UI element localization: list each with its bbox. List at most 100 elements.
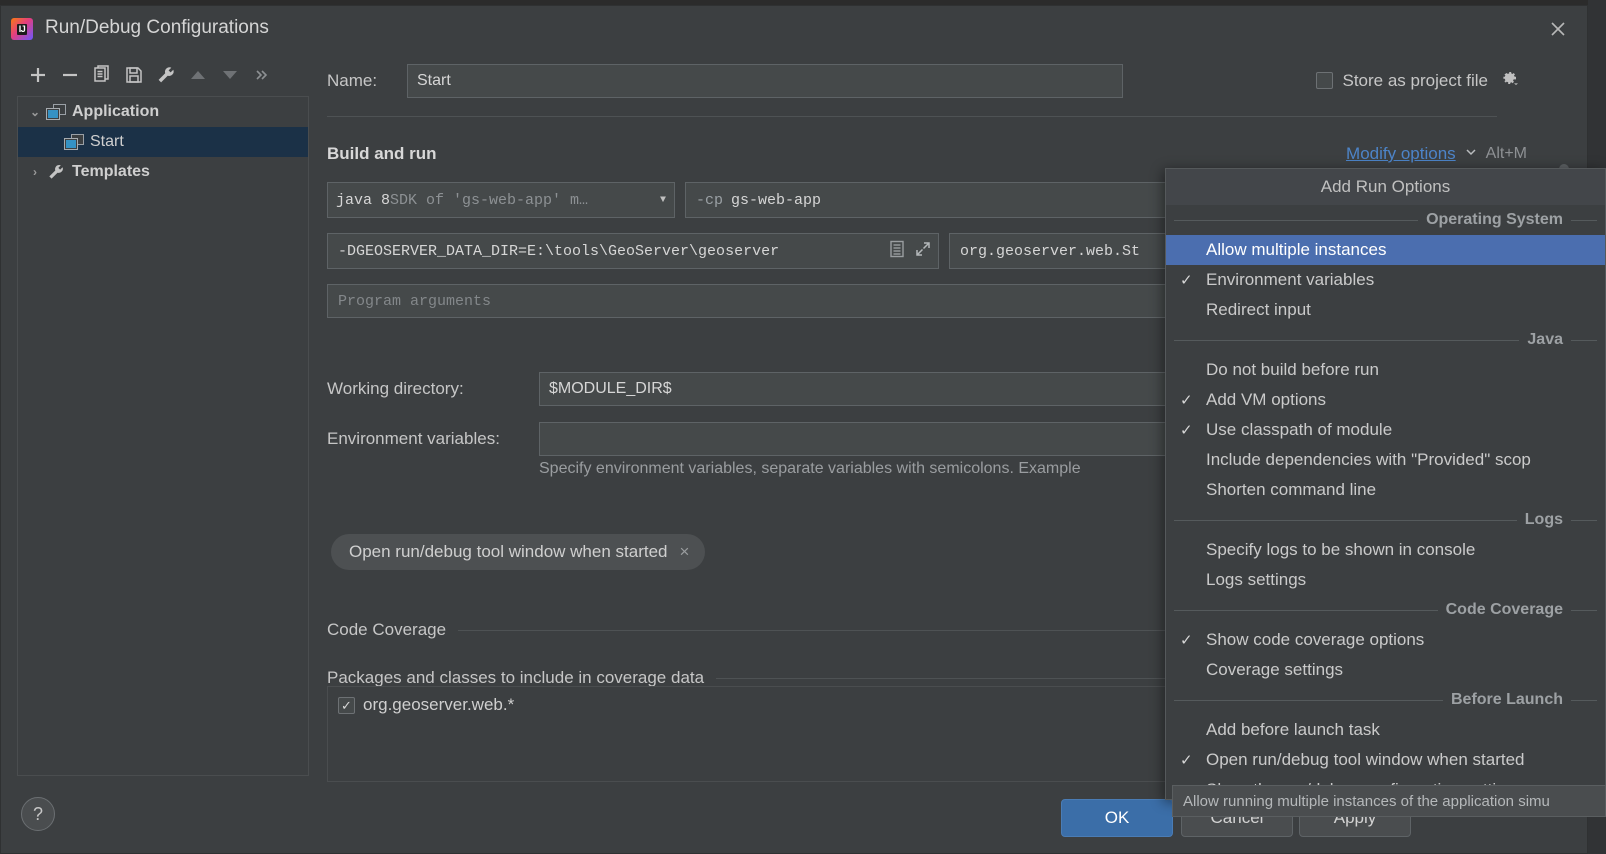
intellij-logo-icon: IJ	[11, 18, 33, 40]
section-divider	[1174, 700, 1443, 701]
menu-item-redirect-input[interactable]: Redirect input	[1166, 295, 1605, 325]
divider	[327, 116, 1497, 117]
add-button[interactable]	[23, 61, 53, 89]
menu-section-label: Operating System	[1418, 211, 1571, 229]
tree-node-label: Start	[90, 133, 124, 151]
menu-item-label: Environment variables	[1206, 270, 1374, 290]
ok-button[interactable]: OK	[1061, 799, 1173, 837]
check-icon: ✓	[1180, 421, 1206, 439]
check-icon: ✓	[1180, 631, 1206, 649]
menu-item-specify-logs[interactable]: Specify logs to be shown in console	[1166, 535, 1605, 565]
modify-options-row: Modify options Alt+M	[1346, 144, 1527, 164]
add-run-options-menu[interactable]: Add Run Options Operating System Allow m…	[1165, 168, 1606, 800]
more-options-button[interactable]	[247, 61, 277, 89]
menu-item-include-provided-dependencies[interactable]: Include dependencies with "Provided" sco…	[1166, 445, 1605, 475]
jre-select[interactable]: java 8 SDK of 'gs-web-app' m… ▼	[327, 182, 675, 218]
vm-options-field[interactable]: -DGEOSERVER_DATA_DIR=E:\tools\GeoServer\…	[327, 233, 939, 269]
check-icon: ✓	[1180, 391, 1206, 409]
expand-editor-icon[interactable]	[888, 239, 906, 264]
screen: IJ Run/Debug Configurations	[0, 0, 1606, 854]
menu-item-add-vm-options[interactable]: ✓ Add VM options	[1166, 385, 1605, 415]
before-launch-chips: Open run/debug tool window when started …	[331, 534, 705, 570]
tree-toolbar	[9, 56, 309, 94]
move-up-button[interactable]	[183, 61, 213, 89]
chip-label: Open run/debug tool window when started	[349, 542, 667, 562]
section-divider	[1571, 610, 1597, 611]
store-as-project-file-label: Store as project file	[1342, 71, 1488, 91]
copy-icon[interactable]	[87, 61, 117, 89]
help-button[interactable]: ?	[21, 797, 55, 831]
remove-button[interactable]	[55, 61, 85, 89]
section-divider	[1174, 610, 1438, 611]
classpath-flag: -cp	[696, 192, 723, 209]
menu-item-environment-variables[interactable]: ✓ Environment variables	[1166, 265, 1605, 295]
coverage-item-checkbox[interactable]: ✓	[338, 697, 355, 714]
menu-item-coverage-settings[interactable]: Coverage settings	[1166, 655, 1605, 685]
menu-item-show-code-coverage-options[interactable]: ✓ Show code coverage options	[1166, 625, 1605, 655]
store-as-project-file-row[interactable]: Store as project file	[1316, 68, 1519, 93]
menu-item-add-before-launch-task[interactable]: Add before launch task	[1166, 715, 1605, 745]
program-arguments-placeholder: Program arguments	[338, 293, 491, 310]
main-class-value: org.geoserver.web.St	[960, 243, 1140, 260]
menu-item-label: Use classpath of module	[1206, 420, 1392, 440]
close-icon[interactable]	[1537, 13, 1579, 45]
classpath-value: gs-web-app	[731, 192, 821, 209]
menu-section-label: Logs	[1517, 511, 1571, 529]
menu-section-label: Before Launch	[1443, 691, 1571, 709]
store-as-project-file-checkbox[interactable]	[1316, 72, 1333, 89]
menu-section-logs: Logs	[1166, 505, 1605, 535]
modify-options-link[interactable]: Modify options	[1346, 144, 1456, 164]
tree-node-label: Templates	[72, 163, 150, 181]
tree-node-start[interactable]: Start	[18, 127, 308, 157]
menu-item-logs-settings[interactable]: Logs settings	[1166, 565, 1605, 595]
build-and-run-heading: Build and run	[327, 144, 437, 164]
chevron-right-icon[interactable]: ›	[24, 165, 46, 179]
menu-section-operating-system: Operating System	[1166, 205, 1605, 235]
menu-item-tooltip: Allow running multiple instances of the …	[1172, 785, 1606, 817]
menu-item-allow-multiple-instances[interactable]: Allow multiple instances	[1166, 235, 1605, 265]
save-icon[interactable]	[119, 61, 149, 89]
menu-item-label: Allow multiple instances	[1206, 240, 1386, 260]
application-icon	[46, 104, 66, 120]
menu-item-label: Redirect input	[1206, 300, 1311, 320]
gear-icon[interactable]	[1499, 68, 1519, 93]
name-input[interactable]	[407, 64, 1123, 98]
chevron-down-icon[interactable]	[1464, 145, 1478, 164]
menu-item-label: Show code coverage options	[1206, 630, 1424, 650]
menu-section-java: Java	[1166, 325, 1605, 355]
menu-section-code-coverage: Code Coverage	[1166, 595, 1605, 625]
maximize-icon[interactable]	[914, 240, 932, 263]
menu-item-do-not-build-before-run[interactable]: Do not build before run	[1166, 355, 1605, 385]
menu-item-label: Add VM options	[1206, 390, 1326, 410]
chip-remove-icon[interactable]: ×	[679, 542, 689, 562]
environment-variables-label: Environment variables:	[327, 429, 539, 449]
menu-section-before-launch: Before Launch	[1166, 685, 1605, 715]
chevron-down-icon[interactable]: ▼	[660, 195, 666, 206]
section-divider	[1174, 220, 1418, 221]
tree-node-templates[interactable]: › Templates	[18, 157, 308, 187]
chip-open-run-debug-tool-window[interactable]: Open run/debug tool window when started …	[331, 534, 705, 570]
menu-item-open-run-debug-tool-window[interactable]: ✓ Open run/debug tool window when starte…	[1166, 745, 1605, 775]
name-label: Name:	[327, 71, 407, 91]
move-down-button[interactable]	[215, 61, 245, 89]
dialog-title: Run/Debug Configurations	[45, 17, 269, 39]
check-icon: ✓	[1180, 751, 1206, 769]
configurations-tree[interactable]: ⌄ Application Start ›	[17, 96, 309, 776]
tree-node-application[interactable]: ⌄ Application	[18, 97, 308, 127]
section-divider	[1571, 340, 1597, 341]
menu-item-shorten-command-line[interactable]: Shorten command line	[1166, 475, 1605, 505]
packages-group-label: Packages and classes to include in cover…	[327, 668, 716, 688]
wrench-icon	[46, 164, 66, 180]
dialog-titlebar: IJ Run/Debug Configurations	[1, 6, 1587, 52]
check-icon: ✓	[1180, 271, 1206, 289]
section-divider	[1174, 520, 1517, 521]
configurations-panel: ⌄ Application Start ›	[9, 56, 309, 778]
edit-templates-wrench-icon[interactable]	[151, 61, 181, 89]
code-coverage-group-label: Code Coverage	[327, 620, 458, 640]
menu-item-label: Include dependencies with "Provided" sco…	[1206, 450, 1531, 470]
chevron-down-icon[interactable]: ⌄	[24, 105, 46, 119]
menu-item-use-classpath-of-module[interactable]: ✓ Use classpath of module	[1166, 415, 1605, 445]
menu-section-label: Code Coverage	[1438, 601, 1571, 619]
jre-select-value: java 8	[336, 192, 390, 209]
section-divider	[1571, 700, 1597, 701]
